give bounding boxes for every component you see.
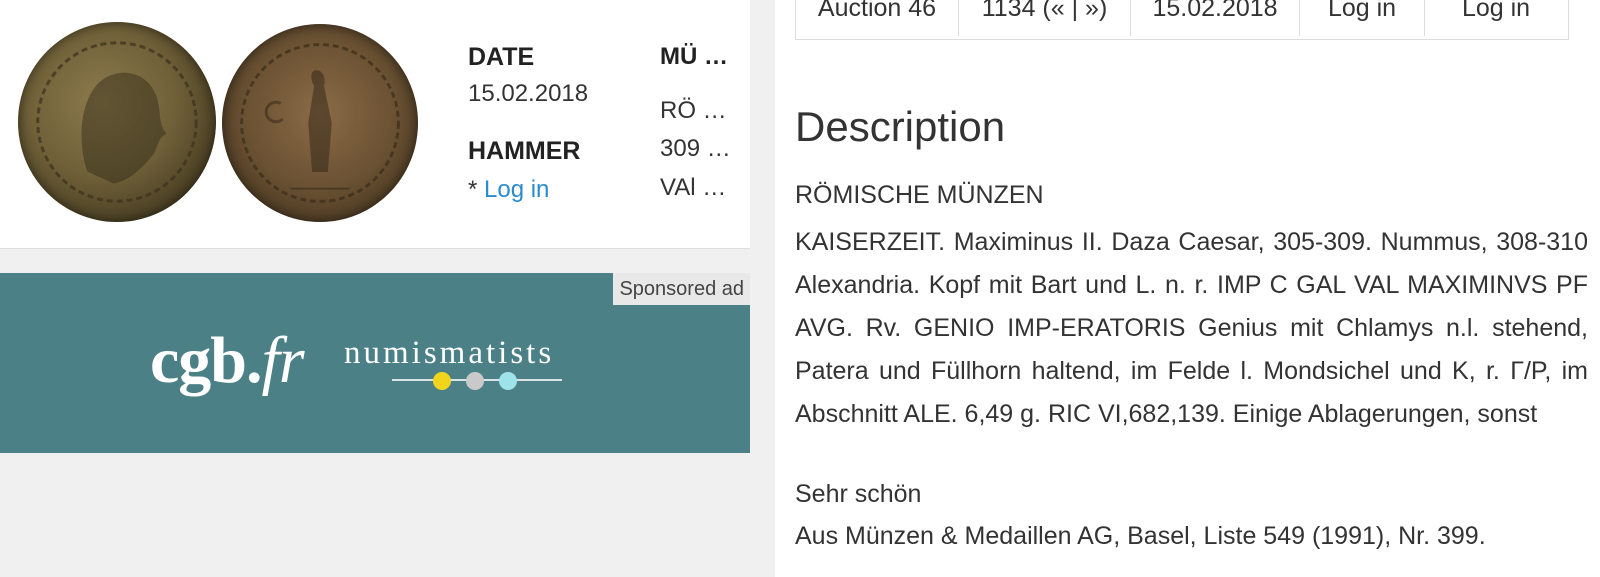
description-body: KAISERZEIT. Maximinus II. Daza Caesar, 3… — [795, 228, 1588, 428]
logo-dot-grey — [466, 372, 484, 390]
hammer-value: * Log in — [468, 176, 549, 204]
logo-italic-text: fr — [261, 324, 305, 397]
hammer-label: HAMMER — [468, 137, 581, 165]
column-value-1: RÖ … — [660, 97, 727, 124]
hammer-prefix: * — [468, 176, 485, 203]
auction-date-cell: 15.02.2018 — [1131, 0, 1300, 36]
logo-dot-yellow — [433, 372, 451, 390]
lot-detail-panel: Auction 46 1134 (« | ») 15.02.2018 Log i… — [775, 0, 1600, 577]
login-link-1[interactable]: Log in — [1300, 0, 1425, 36]
date-label: DATE — [468, 43, 535, 71]
description-grade: Sehr schön — [795, 480, 922, 508]
logo-subtitle: numismatists — [344, 335, 555, 371]
coin-reverse-image[interactable] — [222, 24, 418, 222]
column-value-2: 309 … — [660, 135, 731, 162]
column-value-3: VAl … — [660, 174, 727, 201]
coin-obverse-image[interactable] — [18, 22, 216, 222]
auction-name-link[interactable]: Auction 46 — [796, 0, 959, 36]
sponsored-ad-tag: Sponsored ad — [613, 273, 750, 305]
hammer-login-link[interactable]: Log in — [484, 176, 549, 203]
description-provenance: Aus Münzen & Medaillen AG, Basel, Liste … — [795, 522, 1486, 550]
column-header-truncated: MÜ … — [660, 43, 728, 70]
login-link-2[interactable]: Log in — [1425, 0, 1567, 36]
description-category: RÖMISCHE MÜNZEN — [795, 181, 1044, 209]
lot-card: DATE 15.02.2018 HAMMER * Log in MÜ … RÖ … — [0, 0, 750, 249]
sponsored-ad-banner[interactable]: Sponsored ad cgb.fr numismatists — [0, 273, 750, 453]
description-heading: Description — [795, 103, 1006, 150]
date-value: 15.02.2018 — [468, 80, 589, 107]
lot-number-cell: 1134 (« | ») — [959, 0, 1131, 36]
logo-dot-cyan — [499, 372, 517, 390]
cgb-logo: cgb.fr — [150, 323, 305, 399]
logo-main-text: cgb. — [150, 324, 262, 397]
